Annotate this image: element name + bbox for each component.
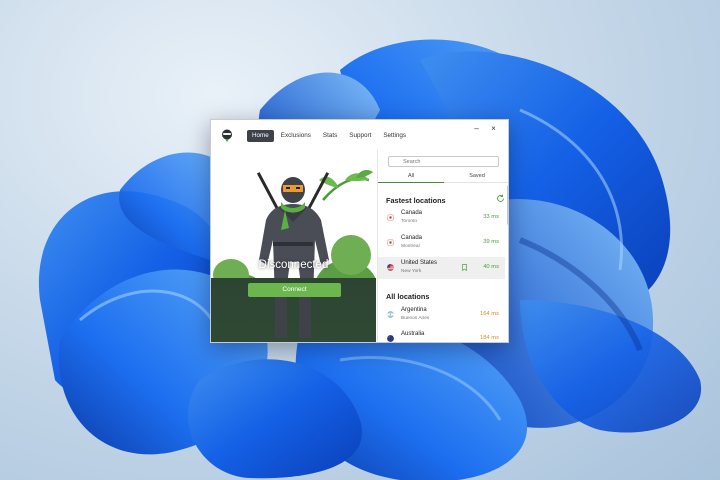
nav-stats[interactable]: Stats xyxy=(318,130,342,142)
tab-all[interactable]: All xyxy=(378,173,444,183)
title-bar: Home Exclusions Stats Support Settings –… xyxy=(211,120,508,150)
vpn-app-window: Home Exclusions Stats Support Settings –… xyxy=(210,119,509,343)
hero-panel: Disconnected Connect xyxy=(211,150,376,342)
connect-button[interactable]: Connect xyxy=(248,283,341,297)
location-country: United States xyxy=(401,260,438,266)
latency-value: 164 ms xyxy=(479,311,499,317)
tab-saved[interactable]: Saved xyxy=(444,173,508,183)
us-flag-icon xyxy=(387,264,394,271)
canada-flag-icon xyxy=(387,214,394,221)
location-country: Canada xyxy=(401,235,423,241)
latency-value: 39 ms xyxy=(483,239,499,245)
locations-panel: All Saved Fastest locations Canada Toron… xyxy=(377,150,508,342)
location-row[interactable]: Australia 184 ms xyxy=(378,328,505,342)
australia-flag-icon xyxy=(387,335,394,342)
refresh-icon[interactable] xyxy=(496,194,505,203)
bookmark-icon[interactable] xyxy=(462,264,467,271)
connection-status: Disconnected xyxy=(258,259,329,271)
location-city: Toronto xyxy=(401,219,417,224)
scrollbar[interactable] xyxy=(507,185,508,225)
window-controls: – × xyxy=(468,124,502,133)
all-locations-heading: All locations xyxy=(386,292,430,301)
ninja-legs xyxy=(275,290,311,338)
latency-value: 40 ms xyxy=(483,264,499,270)
location-tabs: All Saved xyxy=(378,173,508,185)
close-button[interactable]: × xyxy=(485,124,502,133)
location-row[interactable]: United States New York 40 ms xyxy=(378,257,505,279)
search-input[interactable] xyxy=(388,156,499,167)
location-row[interactable]: Canada Montreal 39 ms xyxy=(378,232,505,254)
nav-support[interactable]: Support xyxy=(344,130,376,142)
nav-exclusions[interactable]: Exclusions xyxy=(276,130,316,142)
argentina-flag-icon xyxy=(387,311,394,318)
location-row[interactable]: Argentina Buenos Aires 164 ms xyxy=(378,304,505,326)
minimize-button[interactable]: – xyxy=(468,124,485,133)
latency-value: 184 ms xyxy=(479,335,499,341)
latency-value: 33 ms xyxy=(483,214,499,220)
location-city: New York xyxy=(401,269,422,274)
canada-flag-icon xyxy=(387,239,394,246)
nav-settings[interactable]: Settings xyxy=(378,130,411,142)
location-city: Montreal xyxy=(401,244,420,249)
nav-home[interactable]: Home xyxy=(247,130,274,142)
ninja-logo-icon xyxy=(222,129,232,142)
location-country: Australia xyxy=(401,331,425,337)
location-row[interactable]: Canada Toronto 33 ms xyxy=(378,207,505,229)
fastest-locations-heading: Fastest locations xyxy=(386,196,446,205)
location-city: Buenos Aires xyxy=(401,316,430,321)
location-country: Canada xyxy=(401,210,423,216)
main-nav: Home Exclusions Stats Support Settings xyxy=(247,130,413,142)
location-country: Argentina xyxy=(401,307,427,313)
